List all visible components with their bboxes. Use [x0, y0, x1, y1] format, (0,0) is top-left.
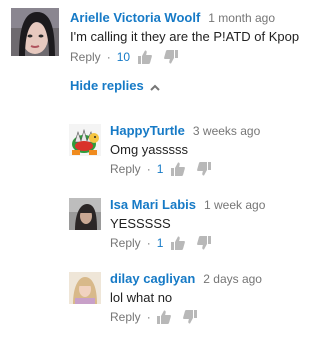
like-count: 1 [156, 162, 164, 176]
thumbs-down-icon[interactable] [164, 50, 179, 64]
reply-button[interactable]: Reply [110, 236, 141, 250]
avatar[interactable] [69, 272, 101, 304]
like-count: 1 [156, 236, 164, 250]
chevron-up-icon [149, 79, 160, 95]
reply-button[interactable]: Reply [70, 50, 101, 64]
comment-author[interactable]: dilay cagliyan [110, 271, 195, 286]
separator-dot: · [106, 50, 111, 64]
thumbs-up-icon[interactable] [156, 310, 171, 324]
separator-dot: · [146, 310, 151, 324]
comment-timestamp[interactable]: 2 days ago [203, 272, 262, 286]
comment-timestamp[interactable]: 3 weeks ago [193, 124, 260, 138]
reply-button[interactable]: Reply [110, 162, 141, 176]
thumbs-up-icon[interactable] [138, 50, 152, 64]
comment-author[interactable]: Isa Mari Labis [110, 197, 196, 212]
comment-text: I'm calling it they are the P!ATD of Kpo… [70, 29, 300, 44]
thumbs-down-icon[interactable] [182, 310, 197, 324]
reply-button[interactable]: Reply [110, 310, 141, 324]
separator-dot: · [146, 236, 151, 250]
avatar[interactable] [11, 8, 59, 56]
avatar[interactable] [69, 124, 101, 156]
like-count: 10 [116, 50, 131, 64]
hide-replies-button[interactable]: Hide replies [70, 78, 160, 95]
comment-text: Omg yasssss [110, 142, 189, 157]
comment-timestamp[interactable]: 1 week ago [204, 198, 265, 212]
comment-text: YESSSSS [110, 216, 171, 231]
thumbs-down-icon[interactable] [197, 236, 212, 250]
comment-author[interactable]: HappyTurtle [110, 123, 185, 138]
separator-dot: · [146, 162, 151, 176]
avatar[interactable] [69, 198, 101, 230]
thumbs-down-icon[interactable] [197, 162, 212, 176]
hide-replies-label: Hide replies [70, 78, 144, 93]
comment-timestamp[interactable]: 1 month ago [208, 11, 275, 25]
comment-author[interactable]: Arielle Victoria Woolf [70, 10, 200, 25]
thumbs-up-icon[interactable] [171, 162, 186, 176]
thumbs-up-icon[interactable] [171, 236, 186, 250]
comment-text: lol what no [110, 290, 173, 305]
